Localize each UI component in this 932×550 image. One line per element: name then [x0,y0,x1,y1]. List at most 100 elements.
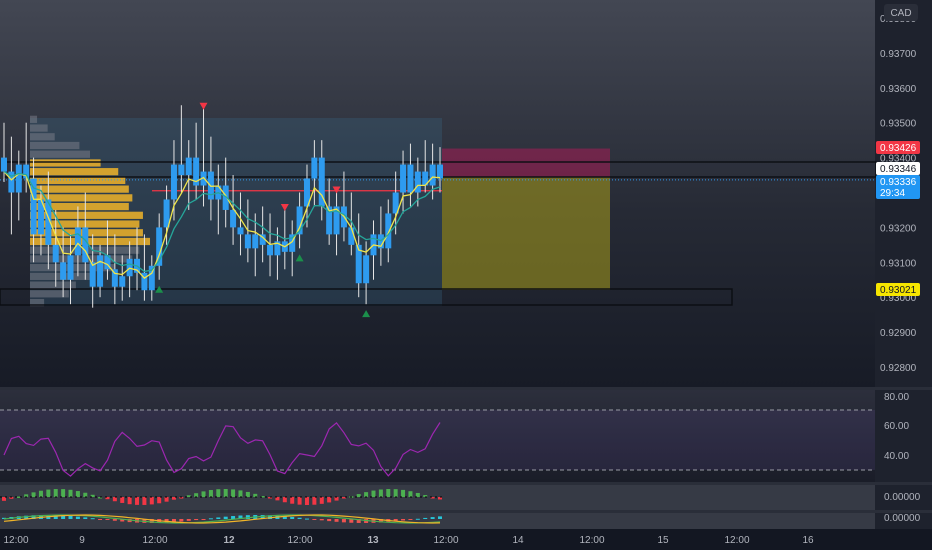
time-tick: 12:00 [579,535,604,546]
oscillator-1-bar [327,497,332,503]
candle-body [185,157,192,176]
candle-body [385,213,392,249]
oscillator-1-bar [290,497,295,504]
oscillator-2-bar [186,519,191,521]
price-tick: 0.93700 [880,49,917,60]
candle-body [244,234,251,249]
time-tick: 13 [367,535,379,546]
oscillator-1-bar [120,497,125,503]
volume-profile-bar [30,133,55,141]
time-tick: 12:00 [433,535,458,546]
candle-body [15,164,22,193]
oscillator-2-bar [415,518,420,520]
oscillator-2-bar [179,519,184,522]
oscillator-2-bar [312,519,317,520]
oscillator-2-bar [401,519,406,521]
oscillator-1-bar [319,497,324,504]
oscillator-2-bar [201,519,206,520]
oscillator-1-bar [378,489,383,497]
candle-body [170,164,177,200]
time-tick: 15 [657,535,669,546]
candle-body [414,171,421,193]
oscillator-1-bar [364,492,369,497]
oscillator-2-bar [75,516,80,519]
oscillator-1-bar [135,497,140,505]
candle-body [74,227,81,256]
oscillator-1-bar [275,497,280,501]
candle-body [429,164,436,186]
oscillator-2-bar [334,519,339,522]
candle-body [230,209,237,228]
volume-profile-bar [30,168,119,176]
oscillator-1-bar [334,497,339,501]
oscillator-1-bar [127,497,132,505]
candle-body [82,227,89,263]
candle-body [252,234,259,249]
oscillator-2-bar [290,516,295,519]
volume-profile-bar [30,159,101,167]
oscillator-1-bar [297,497,302,505]
volume-profile-bar [30,141,80,150]
oscillator-1-bar [238,490,243,497]
candle-body [363,255,370,284]
oscillator-1-bar [194,493,199,497]
oscillator-2-bar [297,517,302,519]
rsi-tick-40: 40.00 [884,451,909,462]
candle-body [178,164,185,176]
price-tag-label: 0.93021 [880,285,917,296]
volume-profile-bar [30,124,48,132]
oscillator-1-bar [31,492,36,497]
volume-profile-bar [30,185,129,193]
oscillator-1-bar [216,489,221,497]
oscillator-1-bar [408,491,413,497]
oscillator-2-bar [304,518,309,520]
price-tag-label: 0.93346 [880,164,917,175]
oscillator-2-bar [438,516,442,519]
oscillator-2-bar [216,517,221,519]
candle-body [1,157,7,172]
time-tick: 12:00 [3,535,28,546]
time-tick: 12 [223,535,235,546]
volume-profile-bar [30,281,76,289]
pane-separator[interactable] [0,482,932,485]
candle-body [267,244,274,256]
oscillator-1-bar [142,497,147,505]
rsi-tick-60: 60.00 [884,421,909,432]
oscillator-1-bar [38,490,43,497]
oscillator-1-bar [164,497,169,502]
oscillator-1-bar [304,497,309,505]
oscillator-2-bar [319,519,324,521]
oscillator-2-bar [208,518,213,520]
osc2-tick-zero: 0.00000 [884,513,921,524]
oscillator-2-bar [90,518,95,520]
price-tag-label: 0.93336 [880,177,917,188]
oscillator-1-bar [201,491,206,497]
oscillator-1-bar [53,489,58,497]
time-tick: 12:00 [287,535,312,546]
oscillator-1-bar [401,489,406,497]
osc1-tick-zero: 0.00000 [884,492,921,503]
oscillator-1-bar [149,497,154,505]
trading-chart[interactable]: 0.938000.937000.936000.935000.934000.932… [0,0,932,550]
oscillator-2-bar [83,517,88,519]
oscillator-1-bar [112,497,117,502]
oscillator-1-bar [371,490,376,497]
price-tick: 0.92800 [880,363,917,374]
pane-separator[interactable] [0,510,932,513]
time-tick: 9 [79,535,85,546]
price-axis-background [875,0,932,550]
volume-profile-bar [30,255,133,263]
oscillator-2-bar [327,519,332,522]
oscillator-2-bar [68,515,73,519]
time-tick: 12:00 [142,535,167,546]
pane-separator[interactable] [0,387,932,390]
oscillator-1-bar [75,491,80,497]
oscillator-1-bar [393,489,398,497]
oscillator-1-bar [245,491,250,497]
oscillator-1-bar [415,492,420,497]
oscillator-1-bar [68,489,73,497]
oscillator-1-bar [157,497,162,504]
price-tick: 0.93500 [880,119,917,130]
currency-badge-label: CAD [890,8,911,19]
candle-body [437,164,443,179]
